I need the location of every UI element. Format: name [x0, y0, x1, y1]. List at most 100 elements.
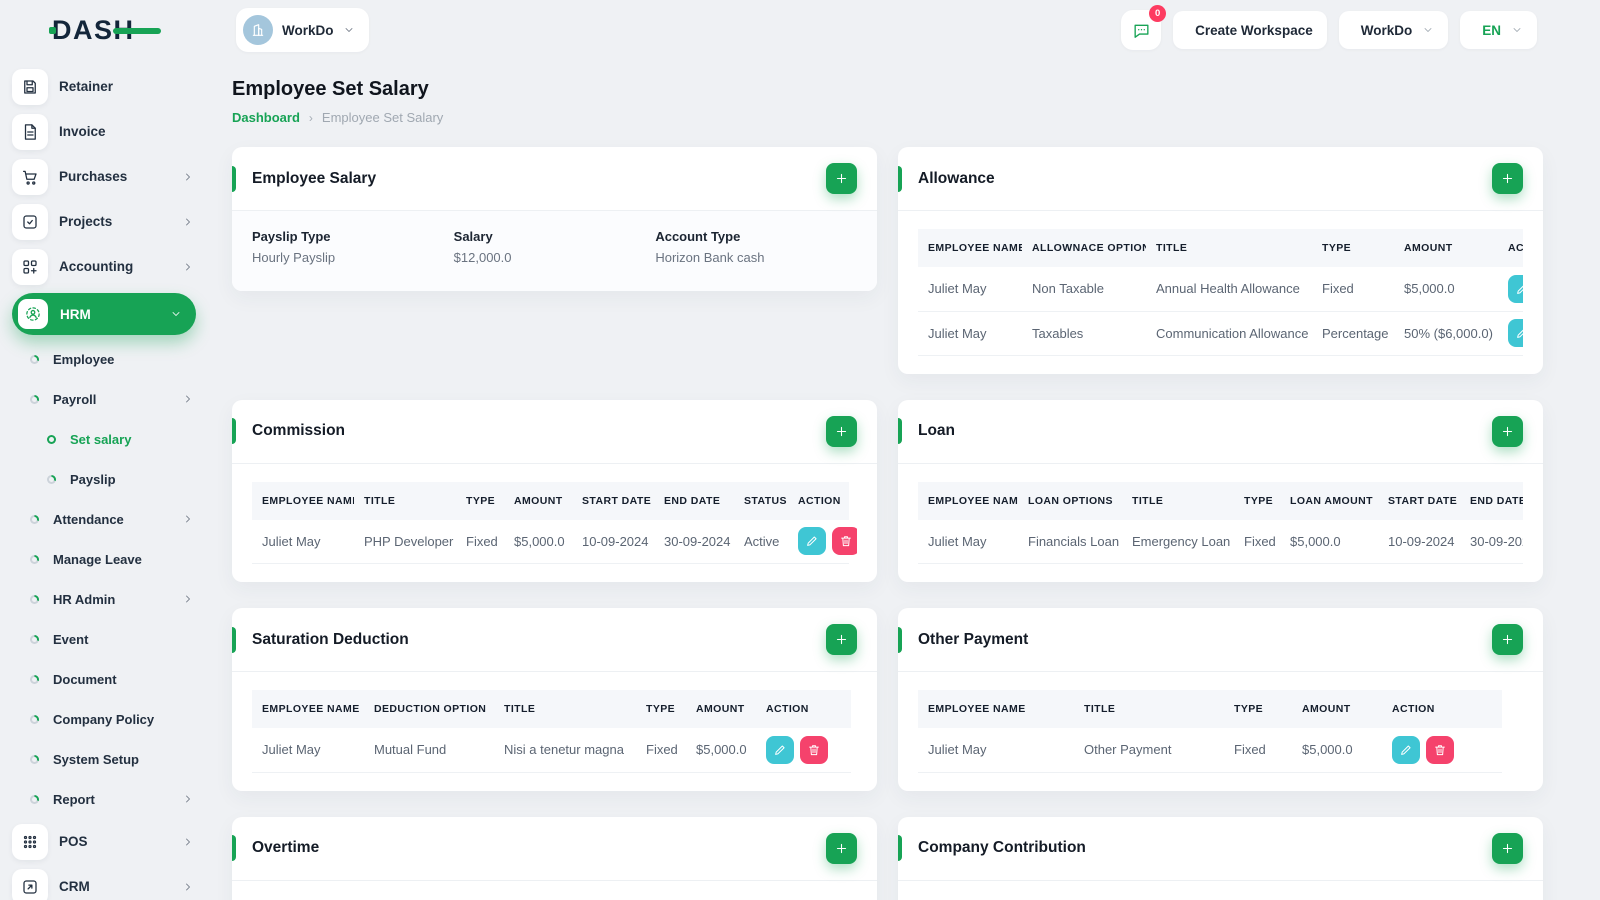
table-cell: Fixed — [1234, 519, 1280, 564]
table-cell: Communication Allowance — [1146, 311, 1312, 356]
card-header: Employee Salary — [232, 147, 877, 211]
sidebar-subitem-hr-admin[interactable]: HR Admin — [0, 579, 210, 619]
field-label: Salary — [453, 229, 493, 244]
edit-button[interactable] — [1508, 319, 1523, 347]
table-row: Juliet May PHP Developer Fixed $5,000.0 10-0… — [252, 519, 857, 564]
sidebar-subitem-label: Company Policy — [53, 711, 155, 727]
add-loan-button[interactable] — [1492, 415, 1523, 447]
allowance-data-table: EMPLOYEE NAME ALLOWNACE OPTION TITLE TYPE AM… — [918, 229, 1523, 356]
sidebar-item-label: HRM — [60, 306, 91, 322]
sidebar-subitem-attendance[interactable]: Attendance — [0, 499, 210, 539]
table-cell: 50% ($6,000.0) — [1394, 311, 1498, 356]
bullet-icon — [30, 754, 39, 764]
column-header: TITLE — [1122, 481, 1234, 520]
hrm-icon — [18, 299, 48, 329]
sidebar-item-invoice[interactable]: Invoice — [0, 109, 210, 154]
card-other-payment: Other Payment EMPLOYEE NAME TITLE TYPE AMOU… — [898, 608, 1543, 791]
table-cell: 30-09-2024 — [1460, 519, 1523, 564]
sidebar: Retainer Invoice Purchases Projects Accounti… — [0, 0, 210, 900]
actions-cell — [1498, 267, 1523, 312]
card-header: Overtime — [232, 817, 877, 881]
bullet-icon — [47, 474, 56, 484]
sidebar-item-crm[interactable]: CRM — [0, 864, 210, 900]
bullet-icon — [30, 354, 39, 364]
table-row: Juliet May Taxables Communication Allowanc… — [918, 311, 1523, 356]
sidebar-subitem-employee[interactable]: Employee — [0, 339, 210, 379]
delete-button[interactable] — [832, 527, 857, 556]
table-cell: Fixed — [636, 728, 686, 773]
commission-table: EMPLOYEE NAME TITLE TYPE AMOUNT START DATE EN… — [252, 481, 857, 564]
column-header: ACTION — [1498, 229, 1523, 267]
card-title: Employee Salary — [252, 169, 377, 187]
delete-button[interactable] — [800, 735, 828, 764]
sidebar-subitem-payslip[interactable]: Payslip — [0, 459, 210, 499]
sidebar-subitem-system-setup[interactable]: System Setup — [0, 739, 210, 779]
loan-data-table: EMPLOYEE NAME LOAN OPTIONS TITLE TYPE LOAN A… — [918, 481, 1523, 564]
column-header: TYPE — [1224, 690, 1292, 728]
card-title: Commission — [252, 422, 346, 439]
add-other-payment-button[interactable] — [1492, 624, 1523, 655]
delete-button[interactable] — [1426, 735, 1454, 764]
add-company-contribution-button[interactable] — [1492, 832, 1523, 864]
table-cell: Non Taxable — [1022, 267, 1146, 312]
sidebar-subitem-document[interactable]: Document — [0, 659, 210, 699]
sidebar-item-accounting[interactable]: Accounting — [0, 244, 210, 289]
detail-field: Account Type Horizon Bank cash — [655, 229, 857, 265]
field-value: $12,000.0 — [453, 250, 512, 265]
sidebar-subitem-report[interactable]: Report — [0, 779, 210, 819]
edit-button[interactable] — [1392, 735, 1420, 764]
edit-button[interactable] — [798, 527, 826, 556]
sidebar-item-projects[interactable]: Projects — [0, 199, 210, 244]
sidebar-item-retainer[interactable]: Retainer — [0, 64, 210, 109]
column-header: ACTION — [788, 481, 849, 520]
breadcrumb-dashboard[interactable]: Dashboard — [232, 110, 300, 125]
add-overtime-button[interactable] — [826, 832, 857, 864]
column-header: EMPLOYEE NAME — [252, 481, 354, 520]
chevron-right-icon — [182, 793, 194, 805]
pos-icon — [12, 823, 48, 860]
add-allowance-button[interactable] — [1492, 163, 1523, 194]
sidebar-subitem-label: Payslip — [70, 471, 116, 487]
sidebar-subitem-label: Set salary — [70, 431, 132, 447]
column-header: EMPLOYEE NAME — [252, 690, 364, 728]
sidebar-subitem-event[interactable]: Event — [0, 619, 210, 659]
edit-button[interactable] — [1508, 274, 1523, 303]
table-cell: Active — [734, 519, 788, 564]
sidebar-subitem-manage-leave[interactable]: Manage Leave — [0, 539, 210, 579]
add-employee-salary-button[interactable] — [826, 163, 857, 194]
sidebar-item-hrm[interactable]: HRM — [12, 293, 196, 335]
column-header: DEDUCTION OPTION — [364, 690, 494, 728]
saturation-deduction-data-table: EMPLOYEE NAME DEDUCTION OPTION TITLE TYPE AM… — [252, 690, 851, 773]
card-company-contribution: Company Contribution — [898, 816, 1543, 900]
chevron-right-icon — [182, 393, 194, 405]
table-cell: Other Payment — [1074, 728, 1224, 773]
card-header: Allowance — [898, 147, 1543, 211]
actions-cell — [1498, 311, 1523, 356]
sidebar-subitem-set-salary[interactable]: Set salary — [0, 419, 210, 459]
column-header: START DATE — [572, 481, 654, 520]
sidebar-subitem-company-policy[interactable]: Company Policy — [0, 699, 210, 739]
bullet-icon — [30, 794, 39, 804]
sidebar-item-purchases[interactable]: Purchases — [0, 154, 210, 199]
column-header: LOAN AMOUNT — [1280, 481, 1378, 520]
card-header: Other Payment — [898, 608, 1543, 672]
table-cell: Nisi a tenetur magna — [494, 728, 636, 773]
add-saturation-deduction-button[interactable] — [826, 624, 857, 655]
add-commission-button[interactable] — [826, 415, 857, 447]
breadcrumb: Dashboard › Employee Set Salary — [232, 110, 1543, 125]
sidebar-item-pos[interactable]: POS — [0, 819, 210, 864]
app-logo[interactable]: DASH — [49, 14, 160, 46]
edit-button[interactable] — [766, 735, 794, 764]
cards-grid: Employee Salary Payslip Type Hourly Paysl… — [232, 147, 1543, 900]
card-title: Loan — [918, 422, 956, 439]
column-header: TYPE — [1312, 229, 1394, 267]
accounting-icon — [12, 248, 48, 285]
employee-salary-details: Payslip Type Hourly Payslip Salary $12,000.… — [232, 211, 877, 291]
card-header: Loan — [898, 400, 1543, 464]
loan-table: EMPLOYEE NAME LOAN OPTIONS TITLE TYPE LOAN A… — [918, 481, 1523, 564]
table-cell: Fixed — [456, 519, 504, 564]
tasks-icon — [12, 203, 48, 240]
bullet-icon — [30, 594, 39, 604]
sidebar-subitem-payroll[interactable]: Payroll — [0, 379, 210, 419]
card-header: Saturation Deduction — [232, 608, 877, 672]
